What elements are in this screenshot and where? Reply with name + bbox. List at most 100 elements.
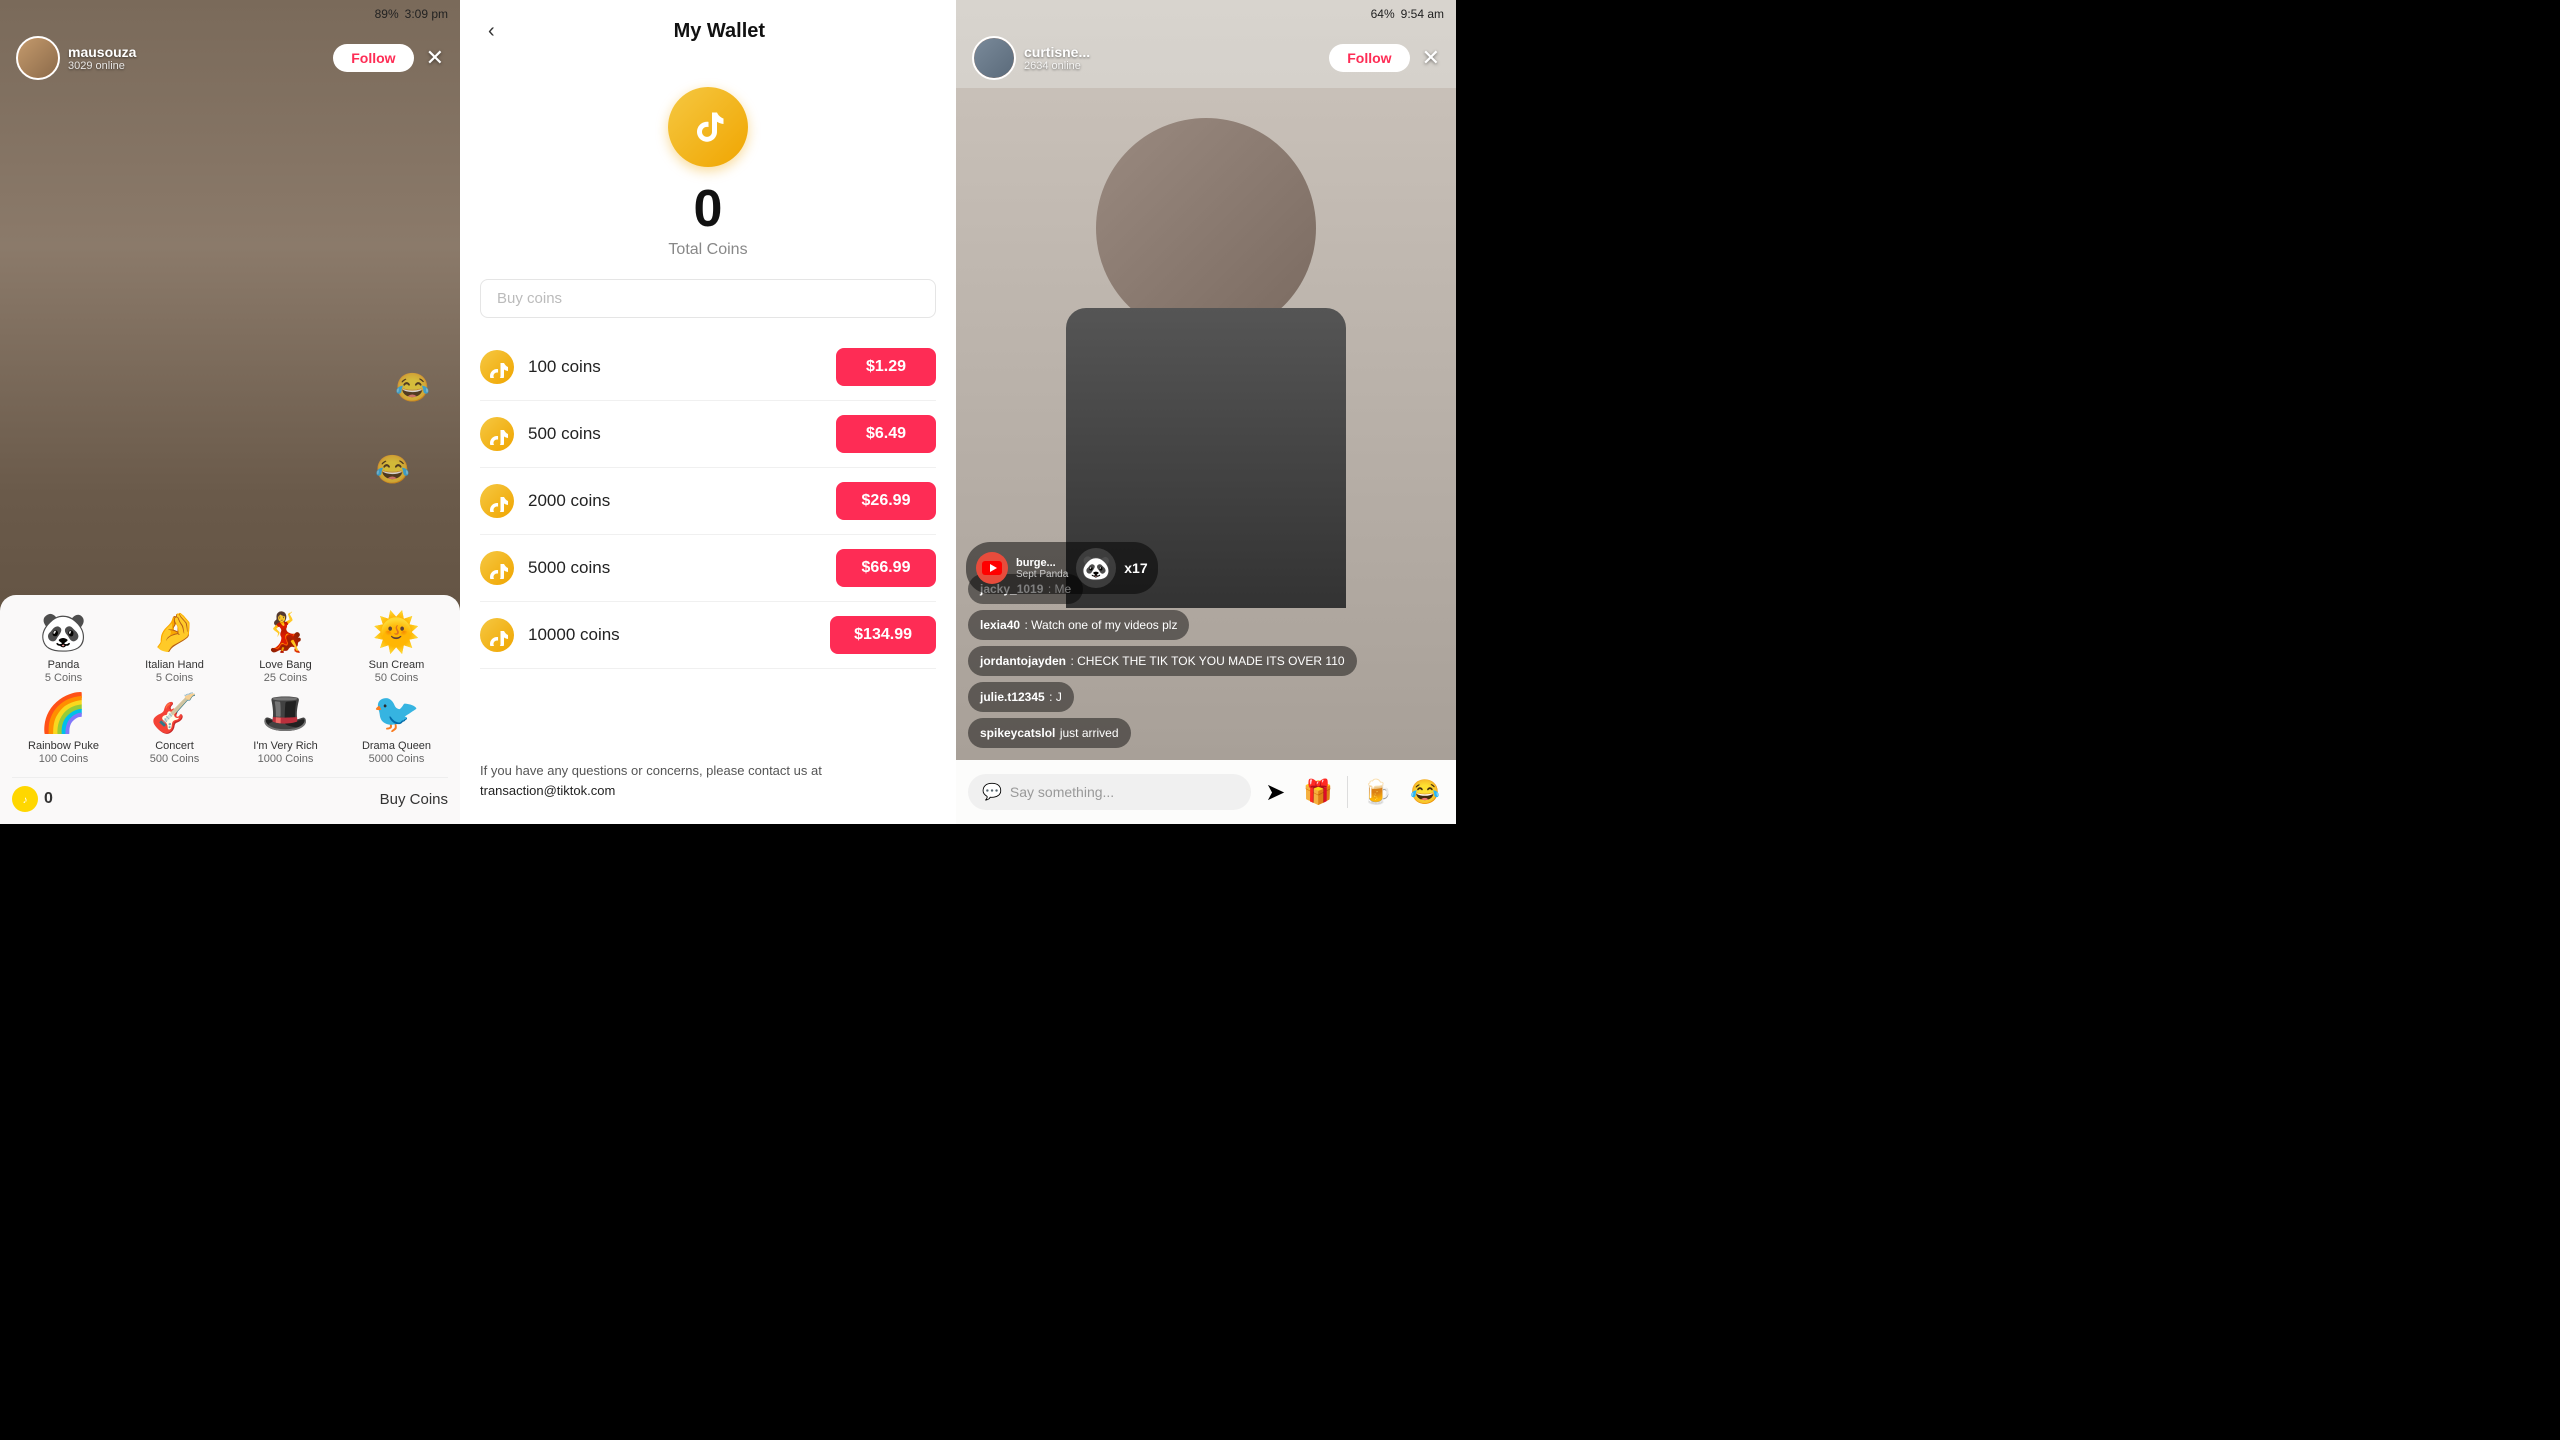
pkg-coins-5000: 5000 coins	[528, 558, 610, 578]
comment-5: spikeycatslol just arrived	[968, 718, 1444, 748]
gifts-panel: 🐼 Panda 5 Coins 🤌 Italian Hand 5 Coins 💃…	[0, 595, 460, 824]
pkg-coin-icon-5000	[480, 551, 514, 585]
wallet-panel: ‹ My Wallet 0 Total Coins Buy coins 100 …	[460, 0, 956, 824]
back-button[interactable]: ‹	[480, 16, 503, 47]
right-live-stream: 64% 9:54 am curtisne... 2634 online Foll…	[956, 0, 1456, 824]
gift-notif-avatar	[976, 552, 1008, 584]
pkg-buy-10000[interactable]: $134.99	[830, 616, 936, 654]
gift-sun-cream[interactable]: 🌞 Sun Cream 50 Coins	[345, 611, 448, 684]
pkg-coins-100: 100 coins	[528, 357, 601, 377]
share-button[interactable]: ➤	[1261, 774, 1289, 811]
comment-bubble-3: jordantojayden : CHECK THE TIK TOK YOU M…	[968, 646, 1357, 676]
comment-3: jordantojayden : CHECK THE TIK TOK YOU M…	[968, 646, 1444, 676]
gift-concert-emoji: 🎸	[151, 692, 198, 736]
gift-button[interactable]: 🎁	[1299, 774, 1337, 811]
package-2000-left: 2000 coins	[480, 484, 610, 518]
wallet-title: My Wallet	[503, 20, 936, 43]
gifts-grid: 🐼 Panda 5 Coins 🤌 Italian Hand 5 Coins 💃…	[12, 611, 448, 765]
pkg-coins-500: 500 coins	[528, 424, 601, 444]
comment-text-2: : Watch one of my videos plz	[1025, 618, 1178, 632]
float-emoji-2: 😂	[375, 453, 410, 486]
left-time: 3:09 pm	[405, 7, 448, 21]
gift-very-rich-coins: 1000 Coins	[258, 753, 314, 765]
right-close-button[interactable]: ✕	[1422, 45, 1440, 71]
gift-panda-emoji: 🐼	[40, 611, 87, 655]
left-close-button[interactable]: ✕	[426, 45, 444, 71]
coin-svg-100	[486, 356, 508, 378]
pkg-coin-icon-500	[480, 417, 514, 451]
total-coins-label: Total Coins	[668, 241, 747, 259]
comment-bubble-2: lexia40 : Watch one of my videos plz	[968, 610, 1189, 640]
balance-number: 0	[44, 790, 53, 808]
right-follow-button[interactable]: Follow	[1329, 44, 1409, 72]
left-avatar	[16, 36, 60, 80]
pkg-buy-2000[interactable]: $26.99	[836, 482, 936, 520]
pkg-buy-100[interactable]: $1.29	[836, 348, 936, 386]
gift-rainbow-puke-coins: 100 Coins	[39, 753, 89, 765]
comment-user-3: jordantojayden	[980, 654, 1066, 668]
chat-bubble-icon: 💬	[982, 782, 1002, 802]
tiktok-coin-icon	[668, 87, 748, 167]
coin-packages: 100 coins $1.29 500 coins $6.49	[460, 318, 956, 745]
gift-very-rich-emoji: 🎩	[262, 692, 309, 736]
comment-text-3: : CHECK THE TIK TOK YOU MADE ITS OVER 11…	[1070, 654, 1344, 668]
package-500: 500 coins $6.49	[480, 401, 936, 468]
pkg-coin-icon-10000	[480, 618, 514, 652]
pkg-buy-500[interactable]: $6.49	[836, 415, 936, 453]
coins-balance: ♪ 0	[12, 786, 53, 812]
comment-2: lexia40 : Watch one of my videos plz	[968, 610, 1444, 640]
gift-very-rich[interactable]: 🎩 I'm Very Rich 1000 Coins	[234, 692, 337, 765]
gift-italian-hand[interactable]: 🤌 Italian Hand 5 Coins	[123, 611, 226, 684]
person-head	[1096, 118, 1316, 338]
wallet-coin-area: 0 Total Coins	[460, 63, 956, 279]
pkg-coin-icon-100	[480, 350, 514, 384]
package-100: 100 coins $1.29	[480, 334, 936, 401]
left-follow-button[interactable]: Follow	[333, 44, 413, 72]
chat-placeholder: Say something...	[1010, 784, 1114, 800]
pkg-buy-5000[interactable]: $66.99	[836, 549, 936, 587]
gift-notif-panda-icon: 🐼	[1076, 548, 1116, 588]
gift-italian-hand-coins: 5 Coins	[156, 672, 193, 684]
gift-concert-coins: 500 Coins	[150, 753, 200, 765]
gift-love-bang[interactable]: 💃 Love Bang 25 Coins	[234, 611, 337, 684]
package-10000: 10000 coins $134.99	[480, 602, 936, 669]
wallet-footer: If you have any questions or concerns, p…	[460, 745, 956, 824]
gift-panda-name: Panda	[48, 659, 80, 672]
comment-4: julie.t12345 : J	[968, 682, 1444, 712]
comment-user-4: julie.t12345	[980, 690, 1045, 704]
buy-coins-button[interactable]: Buy Coins	[380, 791, 448, 808]
wallet-header: ‹ My Wallet	[460, 0, 956, 63]
gift-sun-cream-coins: 50 Coins	[375, 672, 418, 684]
gift-drama-queen-name: Drama Queen	[362, 740, 431, 753]
comment-bubble-5: spikeycatslol just arrived	[968, 718, 1131, 748]
pkg-coins-10000: 10000 coins	[528, 625, 620, 645]
right-online-count: 2634 online	[1024, 60, 1329, 72]
coin-svg-500	[486, 423, 508, 445]
coin-svg-10000	[486, 624, 508, 646]
comment-text-5: just arrived	[1060, 726, 1119, 740]
gift-notif-multiplier: x17	[1124, 560, 1147, 576]
right-status-time: 9:54 am	[1401, 7, 1444, 21]
gift-love-bang-coins: 25 Coins	[264, 672, 307, 684]
tiktok-logo-small: ♪	[17, 791, 33, 807]
svg-text:♪: ♪	[23, 795, 28, 806]
youtube-icon	[982, 558, 1002, 578]
laugh-button[interactable]: 😂	[1406, 774, 1444, 811]
left-user-info: mausouza 3029 online	[68, 44, 333, 72]
beer-button[interactable]: 🍺	[1358, 774, 1396, 811]
gift-rainbow-puke[interactable]: 🌈 Rainbow Puke 100 Coins	[12, 692, 115, 765]
right-user-info: curtisne... 2634 online	[1024, 44, 1329, 72]
gift-concert[interactable]: 🎸 Concert 500 Coins	[123, 692, 226, 765]
gift-panda[interactable]: 🐼 Panda 5 Coins	[12, 611, 115, 684]
right-status-bar: 64% 9:54 am	[956, 0, 1456, 28]
gift-concert-name: Concert	[155, 740, 194, 753]
chat-input-area[interactable]: 💬 Say something...	[968, 774, 1251, 810]
right-username: curtisne...	[1024, 44, 1329, 60]
pkg-coins-2000: 2000 coins	[528, 491, 610, 511]
comments-area: jacky_1019 : Me lexia40 : Watch one of m…	[956, 574, 1456, 754]
left-avatar-img	[18, 38, 58, 78]
gift-drama-queen[interactable]: 🐦 Drama Queen 5000 Coins	[345, 692, 448, 765]
package-5000: 5000 coins $66.99	[480, 535, 936, 602]
tiktok-logo-svg	[683, 102, 733, 152]
buy-coins-input[interactable]: Buy coins	[480, 279, 936, 318]
